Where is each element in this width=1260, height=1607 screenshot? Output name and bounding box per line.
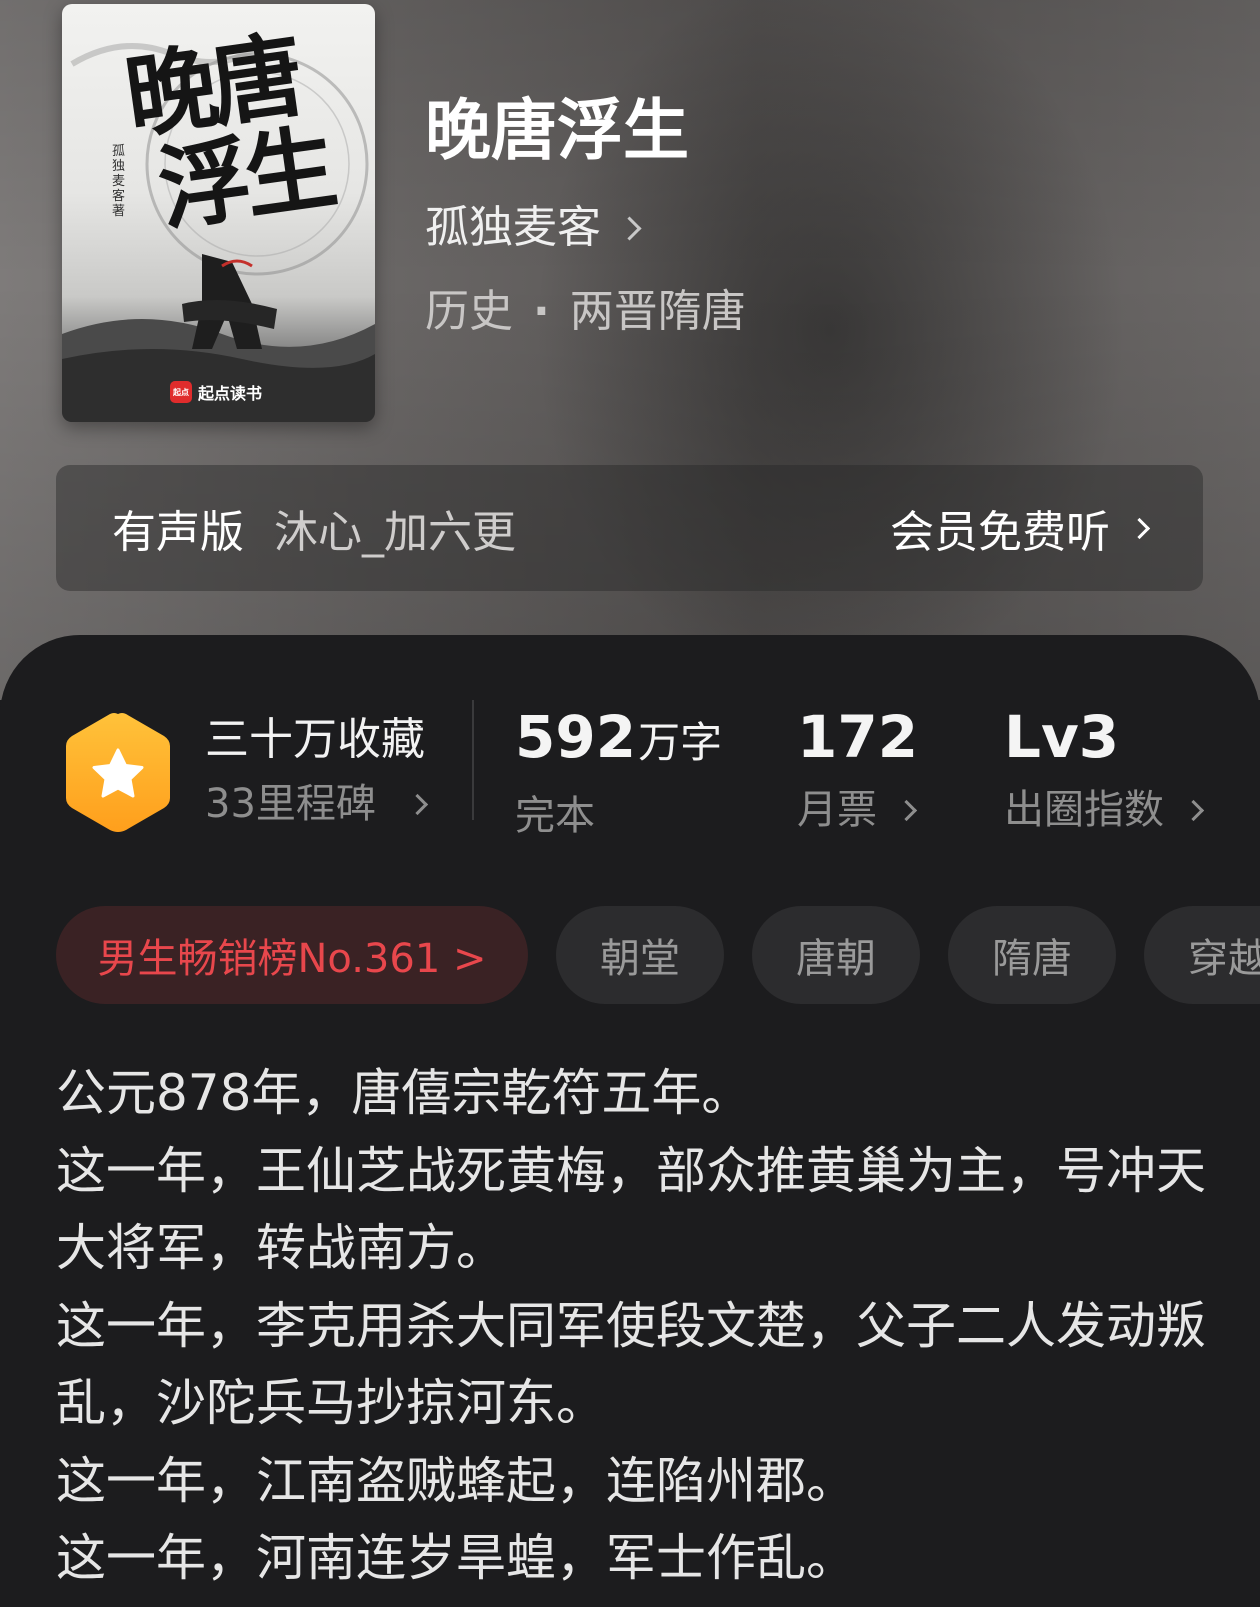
milestones-label: 33里程碑	[205, 781, 376, 827]
word-count-stat: 592万字 完本	[515, 702, 722, 842]
genre-separator: ·	[533, 286, 550, 337]
author-link[interactable]: 孤独麦客	[425, 200, 642, 256]
chevron-right-icon	[617, 215, 642, 241]
chevron-right-icon	[1128, 517, 1151, 539]
word-count-number: 592	[515, 703, 637, 771]
stats-divider	[472, 700, 474, 820]
book-cover[interactable]: 晚唐 浮生 孤独麦客著 起点 起点读书	[62, 4, 375, 422]
synopsis-line: 这一年，李克用杀大同军使段文楚，父子二人发动叛乱，沙陀兵马抄掠河东。	[56, 1296, 1206, 1433]
tag-item[interactable]: 穿越	[1144, 906, 1260, 1004]
monthly-tickets-label: 月票	[797, 787, 877, 833]
completion-status: 完本	[515, 793, 595, 839]
chevron-right-icon	[1182, 799, 1205, 821]
monthly-tickets-value: 172	[797, 703, 919, 771]
level-index-link[interactable]: 出圈指数	[1004, 784, 1205, 836]
tag-item[interactable]: 朝堂	[556, 906, 724, 1004]
favorites-star-icon[interactable]	[62, 710, 174, 834]
monthly-tickets-stat[interactable]: 172 月票	[797, 702, 918, 836]
synopsis-line: 公元878年，唐僖宗乾符五年。	[56, 1064, 752, 1122]
chevron-right-icon	[895, 799, 918, 821]
synopsis-line: 这一年，王仙芝战死黄梅，部众推黄巢为主，号冲天大将军，转战南方。	[56, 1141, 1206, 1278]
publisher-name: 起点读书	[198, 384, 263, 403]
category: 历史	[425, 286, 513, 337]
chevron-right-icon	[406, 793, 429, 815]
rank-tag[interactable]: 男生畅销榜No.361 >	[56, 906, 528, 1004]
genre-row: 历史 · 两晋隋唐	[425, 284, 746, 340]
book-title: 晚唐浮生	[425, 91, 689, 169]
audio-label: 有声版	[112, 507, 244, 558]
synopsis[interactable]: 公元878年，唐僖宗乾符五年。 这一年，王仙芝战死黄梅，部众推黄巢为主，号冲天大…	[56, 1055, 1206, 1598]
favorites-count: 三十万收藏	[205, 714, 425, 765]
cover-author: 孤独麦客著	[112, 144, 126, 219]
synopsis-line: 这一年，江南盗贼蜂起，连陷州郡。	[56, 1451, 856, 1510]
word-count-value: 592万字	[515, 702, 722, 778]
publisher-logo-icon: 起点	[170, 381, 192, 403]
tag-item[interactable]: 隋唐	[948, 906, 1116, 1004]
synopsis-line: 这一年，河南连岁旱蝗，军士作乱。	[56, 1529, 856, 1587]
member-free-listen-label: 会员免费听	[890, 507, 1110, 558]
word-count-unit: 万字	[638, 718, 723, 767]
author-name: 孤独麦客	[425, 202, 601, 253]
audio-narrator: 沐心_加六更	[274, 507, 516, 558]
cover-title: 晚唐 浮生	[119, 19, 374, 244]
tag-row: 男生畅销榜No.361 > 朝堂 唐朝 隋唐 穿越	[56, 906, 1260, 1004]
tag-item[interactable]: 唐朝	[752, 906, 920, 1004]
audio-version-bar[interactable]: 有声版 沐心_加六更 会员免费听	[56, 465, 1203, 591]
milestones-link[interactable]: 33里程碑	[205, 778, 429, 830]
cover-publisher: 起点 起点读书	[170, 379, 262, 405]
member-free-listen-button[interactable]: 会员免费听	[890, 496, 1151, 560]
level-value: Lv3	[1004, 703, 1120, 771]
level-label: 出圈指数	[1004, 787, 1164, 833]
level-stat[interactable]: Lv3 出圈指数	[1004, 702, 1205, 836]
subcategory: 两晋隋唐	[569, 286, 746, 337]
monthly-tickets-link[interactable]: 月票	[797, 784, 918, 836]
